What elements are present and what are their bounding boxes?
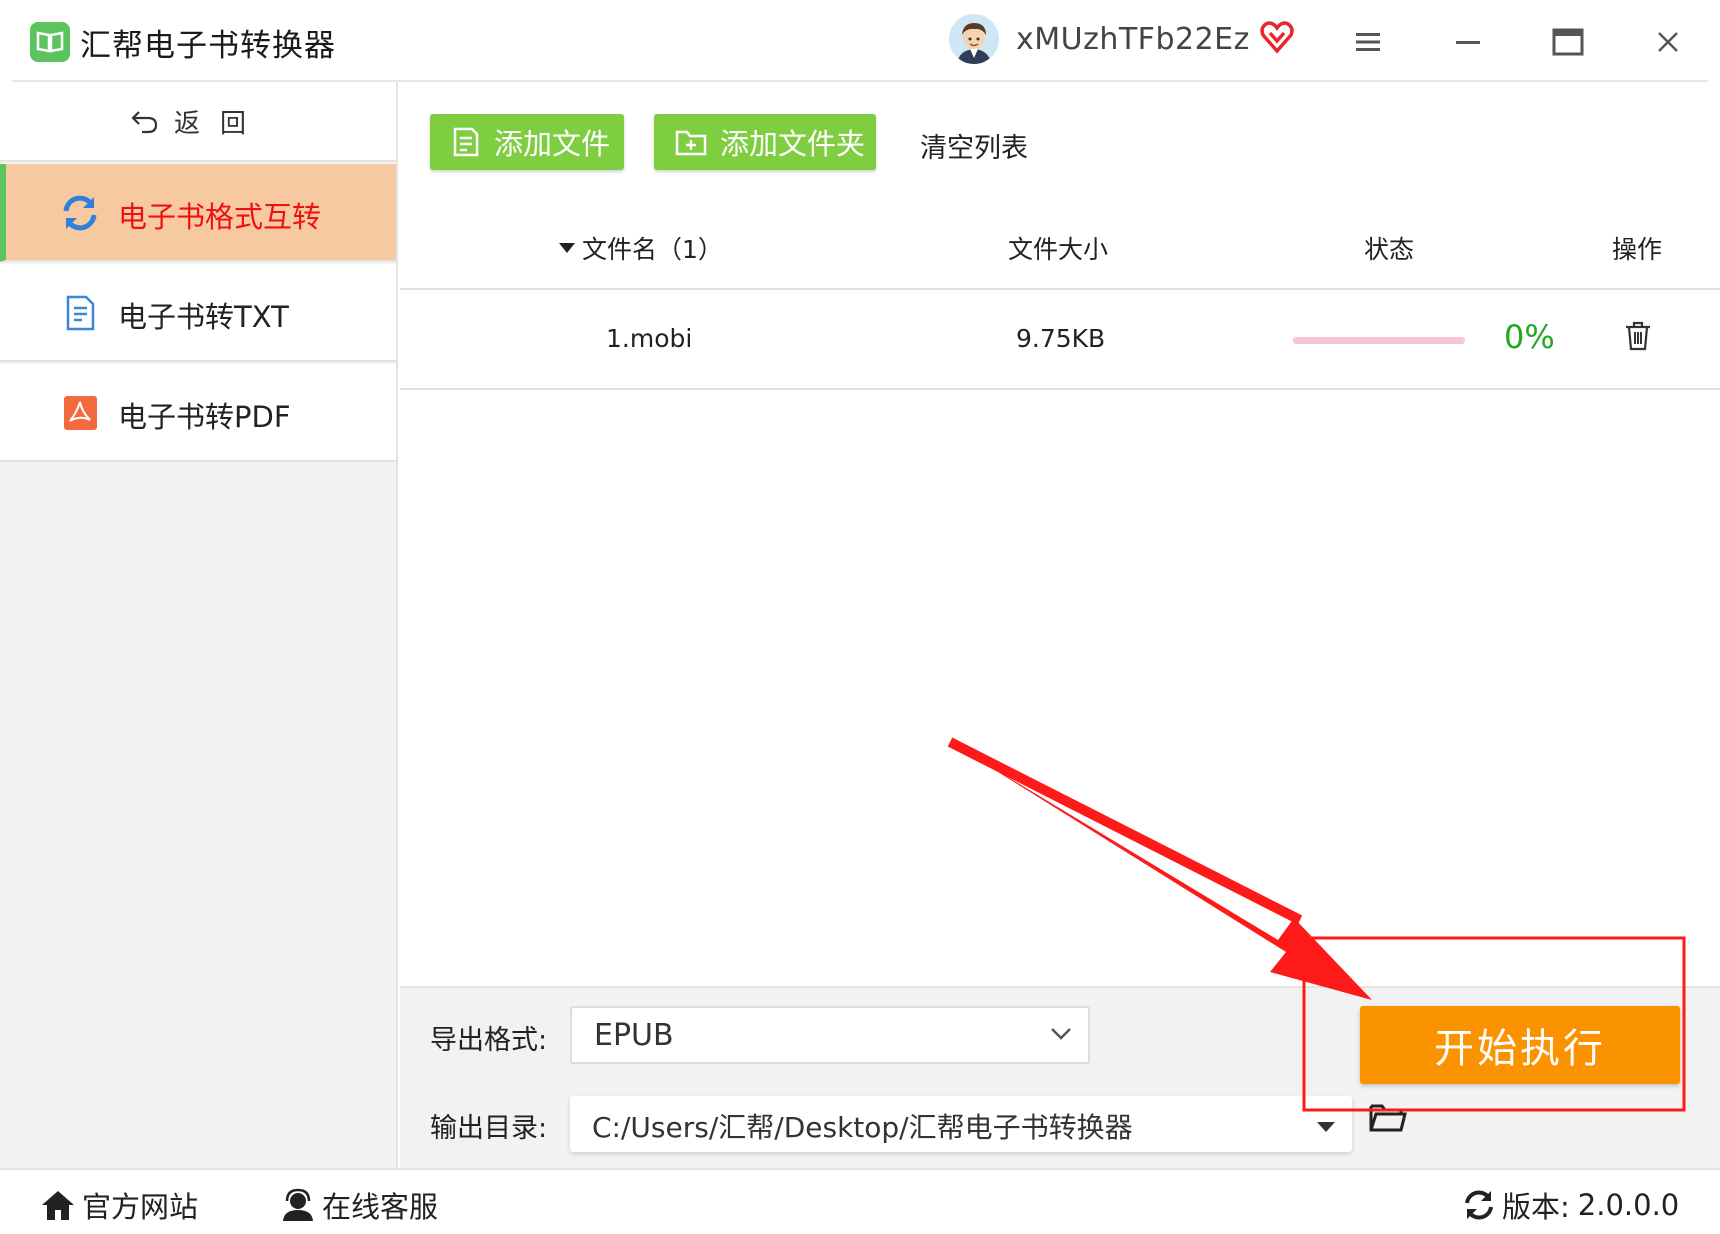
column-header-size: 文件大小: [1008, 235, 1109, 264]
avatar[interactable]: [949, 14, 999, 64]
format-select[interactable]: EPUB: [570, 1006, 1090, 1064]
document-icon: [60, 293, 100, 333]
start-button[interactable]: 开始执行: [1360, 1006, 1680, 1084]
sidebar-item-to-txt[interactable]: 电子书转TXT: [0, 264, 396, 362]
add-file-label: 添加文件: [494, 127, 611, 161]
back-button[interactable]: 返回: [0, 82, 396, 162]
sidebar-item-to-pdf[interactable]: 电子书转PDF: [0, 364, 396, 462]
add-folder-label: 添加文件夹: [720, 127, 866, 161]
support-agent-icon: [283, 1188, 313, 1221]
version-value: 2.0.0.0: [1577, 1188, 1680, 1222]
column-header-name[interactable]: 文件名（1）: [558, 230, 723, 266]
app-logo-icon: [30, 22, 70, 62]
back-arrow-icon: [131, 111, 158, 134]
sidebar-item-format-convert[interactable]: 电子书格式互转: [0, 164, 396, 262]
app-title: 汇帮电子书转换器: [80, 28, 336, 64]
column-header-action: 操作: [1612, 235, 1663, 264]
refresh-icon: [1465, 1190, 1493, 1220]
settings-panel: 导出格式: EPUB 输出目录: C:/Users/汇帮/Desktop/汇帮电…: [400, 986, 1720, 1168]
version-label: 版本:: [1502, 1190, 1570, 1224]
output-label: 输出目录:: [430, 1113, 548, 1144]
pdf-icon: [60, 393, 100, 433]
delete-icon[interactable]: [1624, 320, 1652, 358]
add-file-icon: [450, 126, 482, 158]
menu-icon[interactable]: [1348, 22, 1388, 62]
official-website-link[interactable]: 官方网站: [40, 1184, 198, 1226]
home-icon: [42, 1191, 74, 1220]
output-dir-value: C:/Users/汇帮/Desktop/汇帮电子书转换器: [592, 1111, 1133, 1144]
add-file-button[interactable]: 添加文件: [430, 114, 624, 170]
caret-down-icon: [1316, 1118, 1336, 1137]
vip-heart-icon[interactable]: [1260, 20, 1294, 58]
format-label: 导出格式:: [430, 1025, 548, 1056]
progress-bar: [1293, 337, 1465, 344]
add-folder-icon: [674, 126, 708, 158]
file-size: 9.75KB: [1016, 324, 1106, 353]
sidebar-item-label: 电子书格式互转: [118, 200, 322, 234]
maximize-icon[interactable]: [1548, 22, 1588, 62]
sidebar: 返回 电子书格式互转 电子书转TXT 电子书转PDF: [0, 82, 398, 1168]
chevron-down-icon: [1050, 1026, 1072, 1045]
clear-list-button[interactable]: 清空列表: [920, 126, 1028, 165]
format-value: EPUB: [594, 1018, 674, 1053]
close-icon[interactable]: [1648, 22, 1688, 62]
open-folder-icon[interactable]: [1368, 1100, 1408, 1138]
footer: 官方网站 在线客服 版本: 2.0.0.0: [0, 1168, 1720, 1234]
username: xMUzhTFb22Ez: [1016, 22, 1250, 57]
output-dir-select[interactable]: C:/Users/汇帮/Desktop/汇帮电子书转换器: [570, 1096, 1352, 1152]
sort-down-icon: [559, 243, 575, 253]
refresh-icon: [60, 193, 100, 233]
column-header-status: 状态: [1364, 235, 1415, 264]
table-row[interactable]: 1.mobi 9.75KB 0%: [400, 290, 1720, 390]
sidebar-item-label: 电子书转TXT: [118, 300, 289, 334]
progress-percent: 0%: [1504, 318, 1555, 356]
add-folder-button[interactable]: 添加文件夹: [654, 114, 876, 170]
table-header: 文件名（1） 文件大小 状态 操作: [400, 200, 1720, 290]
title-bar: 汇帮电子书转换器 xMUzhTFb22Ez: [12, 0, 1708, 82]
back-label: 返回: [173, 108, 266, 139]
main-panel: 添加文件 添加文件夹 清空列表 文件名（1） 文件大小 状态 操作 1.mobi…: [400, 82, 1720, 1168]
version-info[interactable]: 版本: 2.0.0.0: [1462, 1184, 1679, 1226]
online-support-link[interactable]: 在线客服: [280, 1184, 438, 1226]
sidebar-item-label: 电子书转PDF: [118, 400, 291, 434]
file-name: 1.mobi: [606, 324, 693, 353]
minimize-icon[interactable]: [1448, 22, 1488, 62]
